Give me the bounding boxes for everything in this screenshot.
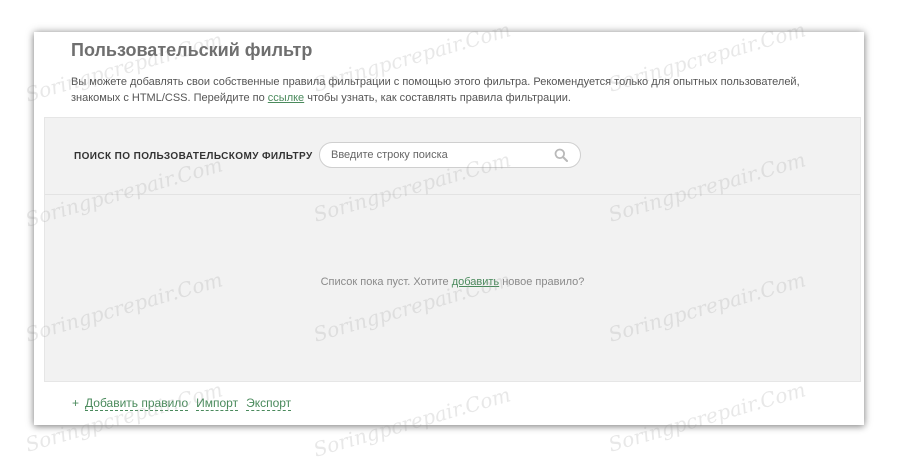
empty-state: Список пока пуст. Хотите добавить новое … xyxy=(45,276,860,288)
add-rule-button[interactable]: Добавить правило xyxy=(85,396,189,411)
page-title: Пользовательский фильтр xyxy=(71,40,313,60)
rules-help-link[interactable]: ссылке xyxy=(268,92,304,104)
filter-description: Вы можете добавлять свои собственные пра… xyxy=(71,74,851,106)
custom-filter-card: Пользовательский фильтр Вы можете добавл… xyxy=(34,32,864,425)
search-input[interactable] xyxy=(331,146,541,164)
description-text-end: чтобы узнать, как составлять правила фил… xyxy=(304,92,571,104)
plus-icon: + xyxy=(72,396,80,410)
search-box[interactable] xyxy=(319,142,581,168)
search-icon[interactable] xyxy=(554,148,568,162)
import-button[interactable]: Импорт xyxy=(196,396,239,411)
empty-state-text: Список пока пуст. Хотите xyxy=(320,276,452,288)
search-row: ПОИСК ПО ПОЛЬЗОВАТЕЛЬСКОМУ ФИЛЬТРУ xyxy=(45,118,860,195)
rules-panel: ПОИСК ПО ПОЛЬЗОВАТЕЛЬСКОМУ ФИЛЬТРУ Списо… xyxy=(44,117,861,382)
add-rule-inline-link[interactable]: добавить xyxy=(452,276,499,288)
export-button[interactable]: Экспорт xyxy=(246,396,292,411)
search-label: ПОИСК ПО ПОЛЬЗОВАТЕЛЬСКОМУ ФИЛЬТРУ xyxy=(74,151,313,162)
footer-actions: + Добавить правило Импорт Экспорт xyxy=(72,396,299,411)
empty-state-text-end: новое правило? xyxy=(499,276,585,288)
